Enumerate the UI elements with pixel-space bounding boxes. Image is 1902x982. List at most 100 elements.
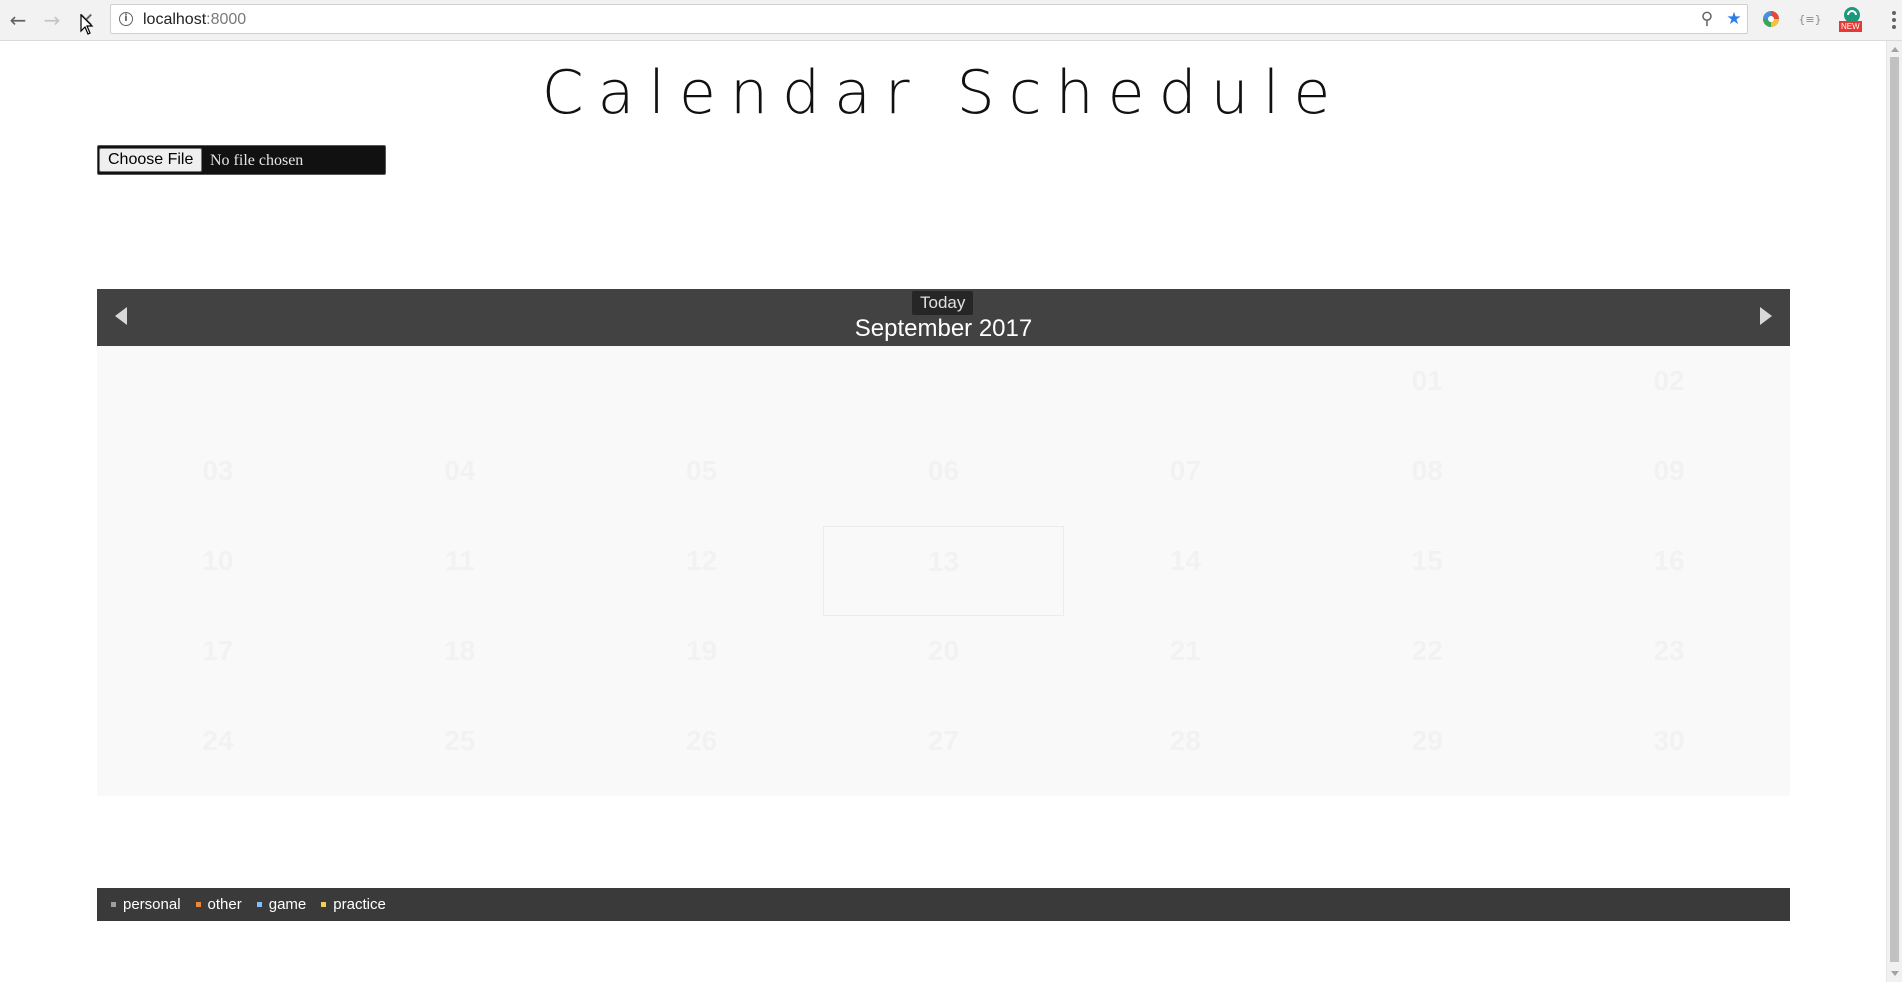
calendar-day[interactable]	[339, 346, 581, 436]
scroll-thumb[interactable]	[1890, 57, 1899, 962]
today-button[interactable]: Today	[912, 291, 974, 315]
calendar-day[interactable]: 17	[97, 616, 339, 706]
day-number: 09	[1653, 455, 1685, 486]
calendar-day[interactable]: 03	[97, 436, 339, 526]
url-port: :8000	[206, 11, 247, 28]
calendar-day[interactable]: 09	[1548, 436, 1790, 526]
calendar-day[interactable]	[823, 346, 1065, 436]
day-number: 17	[202, 635, 234, 666]
calendar-day[interactable]: 01	[1306, 346, 1548, 436]
calendar-day[interactable]: 26	[581, 706, 823, 796]
zoom-icon[interactable]: ⚲	[1697, 9, 1717, 29]
calendar-day[interactable]: 21	[1064, 616, 1306, 706]
extension-json-icon[interactable]: {≡}	[1798, 7, 1822, 31]
calendar-grid: 01 02 03 04 05 06 07 08 09 10 11 12 13 14 15 16 17 18 19 20…	[97, 346, 1790, 796]
site-info-icon[interactable]: i	[119, 12, 133, 26]
day-footer	[97, 576, 339, 587]
day-footer	[1548, 666, 1790, 677]
scroll-up-icon[interactable]	[1891, 47, 1899, 52]
address-bar[interactable]: i localhost:8000 ⚲ ★	[110, 4, 1748, 34]
day-header	[339, 355, 581, 366]
calendar-day[interactable]: 11	[339, 526, 581, 616]
legend-swatch	[195, 902, 201, 907]
legend-item-other: other	[195, 896, 242, 913]
day-footer	[1306, 756, 1548, 767]
day-number: 30	[1653, 725, 1685, 756]
calendar-day[interactable]: 16	[1548, 526, 1790, 616]
calendar-day[interactable]: 08	[1306, 436, 1548, 526]
calendar-day[interactable]: 19	[581, 616, 823, 706]
day-footer	[1548, 396, 1790, 407]
file-input[interactable]: Choose File No file chosen	[97, 145, 386, 175]
calendar-days: 01 02 03 04 05 06 07 08 09 10 11 12 13 14 15 16 17 18 19 20…	[97, 346, 1790, 796]
legend-label: practice	[333, 896, 386, 913]
scroll-down-icon[interactable]	[1891, 971, 1899, 976]
calendar-day[interactable]: 18	[339, 616, 581, 706]
new-badge: NEW	[1839, 21, 1862, 32]
page-title: Calendar Schedule	[541, 58, 1345, 128]
day-footer	[823, 756, 1065, 767]
legend-swatch	[111, 902, 116, 907]
day-footer	[823, 486, 1065, 497]
calendar-day[interactable]: 25	[339, 706, 581, 796]
day-footer	[1548, 756, 1790, 767]
day-number: 10	[202, 545, 234, 576]
day-footer	[1306, 666, 1548, 677]
next-month-icon[interactable]	[1760, 307, 1772, 325]
day-header	[97, 355, 339, 366]
day-footer	[339, 666, 581, 677]
day-number: 12	[686, 545, 718, 576]
calendar-day[interactable]: 12	[581, 526, 823, 616]
legend-label: personal	[123, 896, 181, 913]
day-footer	[339, 366, 581, 377]
day-footer	[581, 576, 823, 587]
day-number: 24	[202, 725, 234, 756]
legend-swatch	[256, 902, 262, 907]
bookmark-star-icon[interactable]: ★	[1724, 9, 1744, 29]
day-footer	[823, 366, 1065, 377]
calendar-day[interactable]: 24	[97, 706, 339, 796]
calendar-day[interactable]: 07	[1064, 436, 1306, 526]
calendar-day[interactable]: 23	[1548, 616, 1790, 706]
calendar-day[interactable]	[97, 346, 339, 436]
day-footer	[581, 666, 823, 677]
day-number: 05	[686, 455, 718, 486]
calendar-day[interactable]: 14	[1064, 526, 1306, 616]
page-scrollbar[interactable]	[1886, 41, 1902, 982]
browser-menu-icon[interactable]	[1888, 6, 1900, 34]
day-footer	[1064, 666, 1306, 677]
calendar-day[interactable]: 05	[581, 436, 823, 526]
day-number: 11	[444, 545, 475, 576]
extension-new-icon[interactable]: NEW	[1838, 7, 1866, 32]
calendar-day[interactable]: 20	[823, 616, 1065, 706]
legend-item-game: game	[256, 896, 306, 913]
day-footer	[339, 756, 581, 767]
day-footer	[1064, 756, 1306, 767]
calendar-day[interactable]: 04	[339, 436, 581, 526]
calendar-day[interactable]: 22	[1306, 616, 1548, 706]
month-title: September 2017	[854, 315, 1033, 342]
url-host: localhost	[143, 11, 207, 28]
day-number: 18	[444, 635, 476, 666]
calendar-day[interactable]: 29	[1306, 706, 1548, 796]
browser-toolbar: ← → ✕ i localhost:8000 ⚲ ★ {≡} NEW	[0, 0, 1902, 41]
calendar-day[interactable]: 27	[823, 706, 1065, 796]
calendar-day[interactable]: 30	[1548, 706, 1790, 796]
extension-colorwheel-icon[interactable]	[1759, 7, 1783, 31]
calendar-day[interactable]	[1064, 346, 1306, 436]
calendar-day[interactable]: 02	[1548, 346, 1790, 436]
calendar-day[interactable]: 06	[823, 436, 1065, 526]
url-text[interactable]: localhost:8000	[143, 11, 246, 29]
day-number: 29	[1411, 725, 1443, 756]
calendar-day-today[interactable]: 13	[822, 526, 1065, 616]
forward-icon[interactable]: →	[38, 6, 66, 34]
choose-file-button[interactable]: Choose File	[99, 148, 203, 172]
day-footer	[1064, 576, 1306, 587]
day-footer	[581, 486, 823, 497]
calendar-day[interactable]	[581, 346, 823, 436]
calendar-day[interactable]: 10	[97, 526, 339, 616]
calendar-day[interactable]: 28	[1064, 706, 1306, 796]
back-icon[interactable]: ←	[4, 6, 32, 34]
calendar-legend: personal other game practice	[97, 888, 1790, 921]
calendar-day[interactable]: 15	[1306, 526, 1548, 616]
